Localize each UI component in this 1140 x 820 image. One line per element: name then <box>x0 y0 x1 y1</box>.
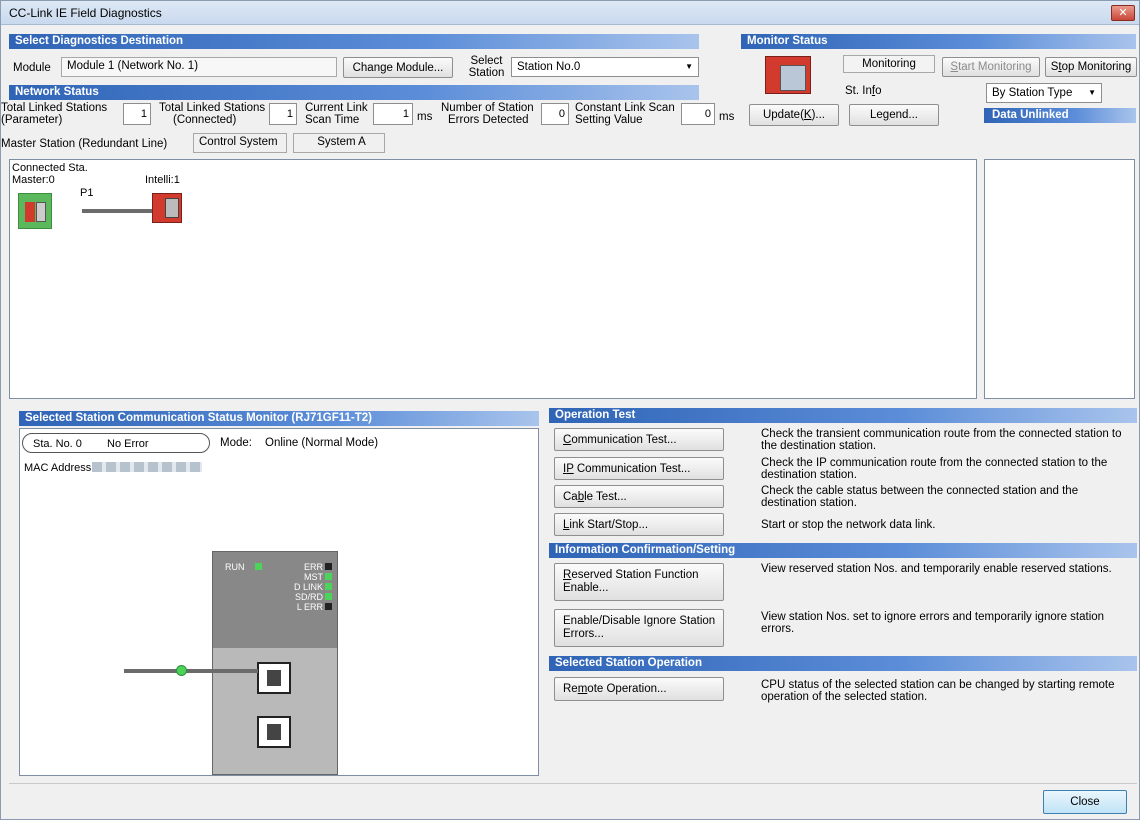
constant-scan-label: Constant Link Scan Setting Value <box>575 102 675 126</box>
station-errors-label: Number of Station Errors Detected <box>441 102 534 126</box>
title-bar: CC-Link IE Field Diagnostics ✕ <box>1 1 1139 25</box>
mst-led-icon <box>325 573 332 580</box>
station-status-pill: Sta. No. 0 No Error <box>22 433 210 453</box>
section-header-operation-test: Operation Test <box>549 408 1137 423</box>
data-unlinked-header: Data Unlinked <box>984 108 1136 123</box>
chevron-down-icon: ▼ <box>685 62 693 71</box>
total-linked-conn-value: 1 <box>269 103 297 125</box>
port2-icon[interactable] <box>257 716 291 748</box>
module-graphic: RUN ERR MST D LINK SD/RD L ERR <box>212 551 338 775</box>
connected-station-label: Connected Sta. <box>12 162 88 174</box>
st-info-combo[interactable]: By Station Type ▼ <box>986 83 1102 103</box>
station-select[interactable]: Station No.0 ▼ <box>511 57 699 77</box>
select-station-label: Select Station <box>468 55 505 79</box>
station-number: Sta. No. 0 <box>33 438 82 450</box>
total-linked-param-value: 1 <box>123 103 151 125</box>
link-scan-unit: ms <box>417 111 433 123</box>
monitor-status-field: Monitoring <box>843 55 935 73</box>
link-status-dot-icon <box>176 665 187 676</box>
section-header-station-monitor: Selected Station Communication Status Mo… <box>19 411 539 426</box>
chevron-down-icon: ▼ <box>1088 88 1096 97</box>
communication-test-desc: Check the transient communication route … <box>761 428 1122 452</box>
link-start-stop-desc: Start or stop the network data link. <box>761 519 936 531</box>
cable-test-button[interactable]: Cable Test... <box>554 485 724 508</box>
window-title: CC-Link IE Field Diagnostics <box>9 6 162 20</box>
total-linked-param-label: Total Linked Stations (Parameter) <box>1 102 108 126</box>
master-station-icon[interactable] <box>18 193 52 229</box>
link-scan-value: 1 <box>373 103 413 125</box>
legend-button[interactable]: Legend... <box>849 104 939 126</box>
section-header-diagnostics-destination: Select Diagnostics Destination <box>9 34 699 49</box>
section-header-station-operation: Selected Station Operation <box>549 656 1137 671</box>
lerr-led-icon <box>325 603 332 610</box>
data-unlinked-list <box>984 159 1135 399</box>
cable-test-desc: Check the cable status between the conne… <box>761 485 1079 509</box>
start-monitoring-button[interactable]: Start Monitoring <box>942 57 1040 77</box>
total-linked-conn-label: Total Linked Stations (Connected) <box>159 102 266 126</box>
section-header-info-confirmation: Information Confirmation/Setting <box>549 543 1137 558</box>
reserved-station-desc: View reserved station Nos. and temporari… <box>761 563 1112 575</box>
port1-icon[interactable] <box>257 662 291 694</box>
mac-address-blurred <box>92 462 202 472</box>
err-led-icon <box>325 563 332 570</box>
remote-operation-desc: CPU status of the selected station can b… <box>761 679 1115 703</box>
constant-scan-value: 0 <box>681 103 715 125</box>
control-system-field: Control System <box>193 133 287 153</box>
monitoring-station-icon <box>765 56 811 94</box>
diagnostics-window: CC-Link IE Field Diagnostics ✕ Select Di… <box>0 0 1140 820</box>
communication-test-button[interactable]: Communication Test... <box>554 428 724 451</box>
change-module-button[interactable]: Change Module... <box>343 57 453 78</box>
link-scan-label: Current Link Scan Time <box>305 102 368 126</box>
reserved-station-enable-button[interactable]: Reserved Station Function Enable... <box>554 563 724 601</box>
mac-address-label: MAC Address: <box>24 462 95 474</box>
network-topology-view: Connected Sta. Master:0 P1 Intelli:1 <box>9 159 977 399</box>
mode-value: Online (Normal Mode) <box>265 437 379 449</box>
dlink-led-icon <box>325 583 332 590</box>
mode-label: Mode: <box>220 437 252 449</box>
section-header-network-status: Network Status <box>9 85 699 100</box>
station-errors-value: 0 <box>541 103 569 125</box>
link-start-stop-button[interactable]: Link Start/Stop... <box>554 513 724 536</box>
intelli-station-icon[interactable] <box>152 193 182 223</box>
led-panel: RUN ERR MST D LINK SD/RD L ERR <box>213 552 337 648</box>
footer-divider <box>9 783 1137 784</box>
ignore-station-errors-button[interactable]: Enable/Disable Ignore Station Errors... <box>554 609 724 647</box>
update-button[interactable]: Update(K)... <box>749 104 839 126</box>
window-close-icon[interactable]: ✕ <box>1111 5 1135 21</box>
run-led-icon <box>255 563 262 570</box>
intelli-station-label: Intelli:1 <box>145 174 180 186</box>
remote-operation-button[interactable]: Remote Operation... <box>554 677 724 701</box>
sdrd-led-icon <box>325 593 332 600</box>
master-station-node-label: Master:0 <box>12 174 55 186</box>
close-button[interactable]: Close <box>1043 790 1127 814</box>
module-label: Module <box>13 62 51 74</box>
port-cable-line <box>124 669 258 673</box>
network-cable-line <box>82 209 152 213</box>
master-station-label: Master Station (Redundant Line) <box>1 138 168 150</box>
st-info-label: St. Info <box>845 85 882 97</box>
ip-communication-test-desc: Check the IP communication route from th… <box>761 457 1108 481</box>
ip-communication-test-button[interactable]: IP Communication Test... <box>554 457 724 480</box>
station-monitor-panel: Sta. No. 0 No Error Mode: Online (Normal… <box>19 428 539 776</box>
section-header-monitor-status: Monitor Status <box>741 34 1136 49</box>
module-field: Module 1 (Network No. 1) <box>61 57 337 77</box>
ignore-station-errors-desc: View station Nos. set to ignore errors a… <box>761 611 1105 635</box>
station-error-status: No Error <box>107 438 149 450</box>
system-value-field: System A <box>293 133 385 153</box>
port-label: P1 <box>80 187 94 199</box>
stop-monitoring-button[interactable]: Stop Monitoring <box>1045 57 1137 77</box>
constant-scan-unit: ms <box>719 111 735 123</box>
